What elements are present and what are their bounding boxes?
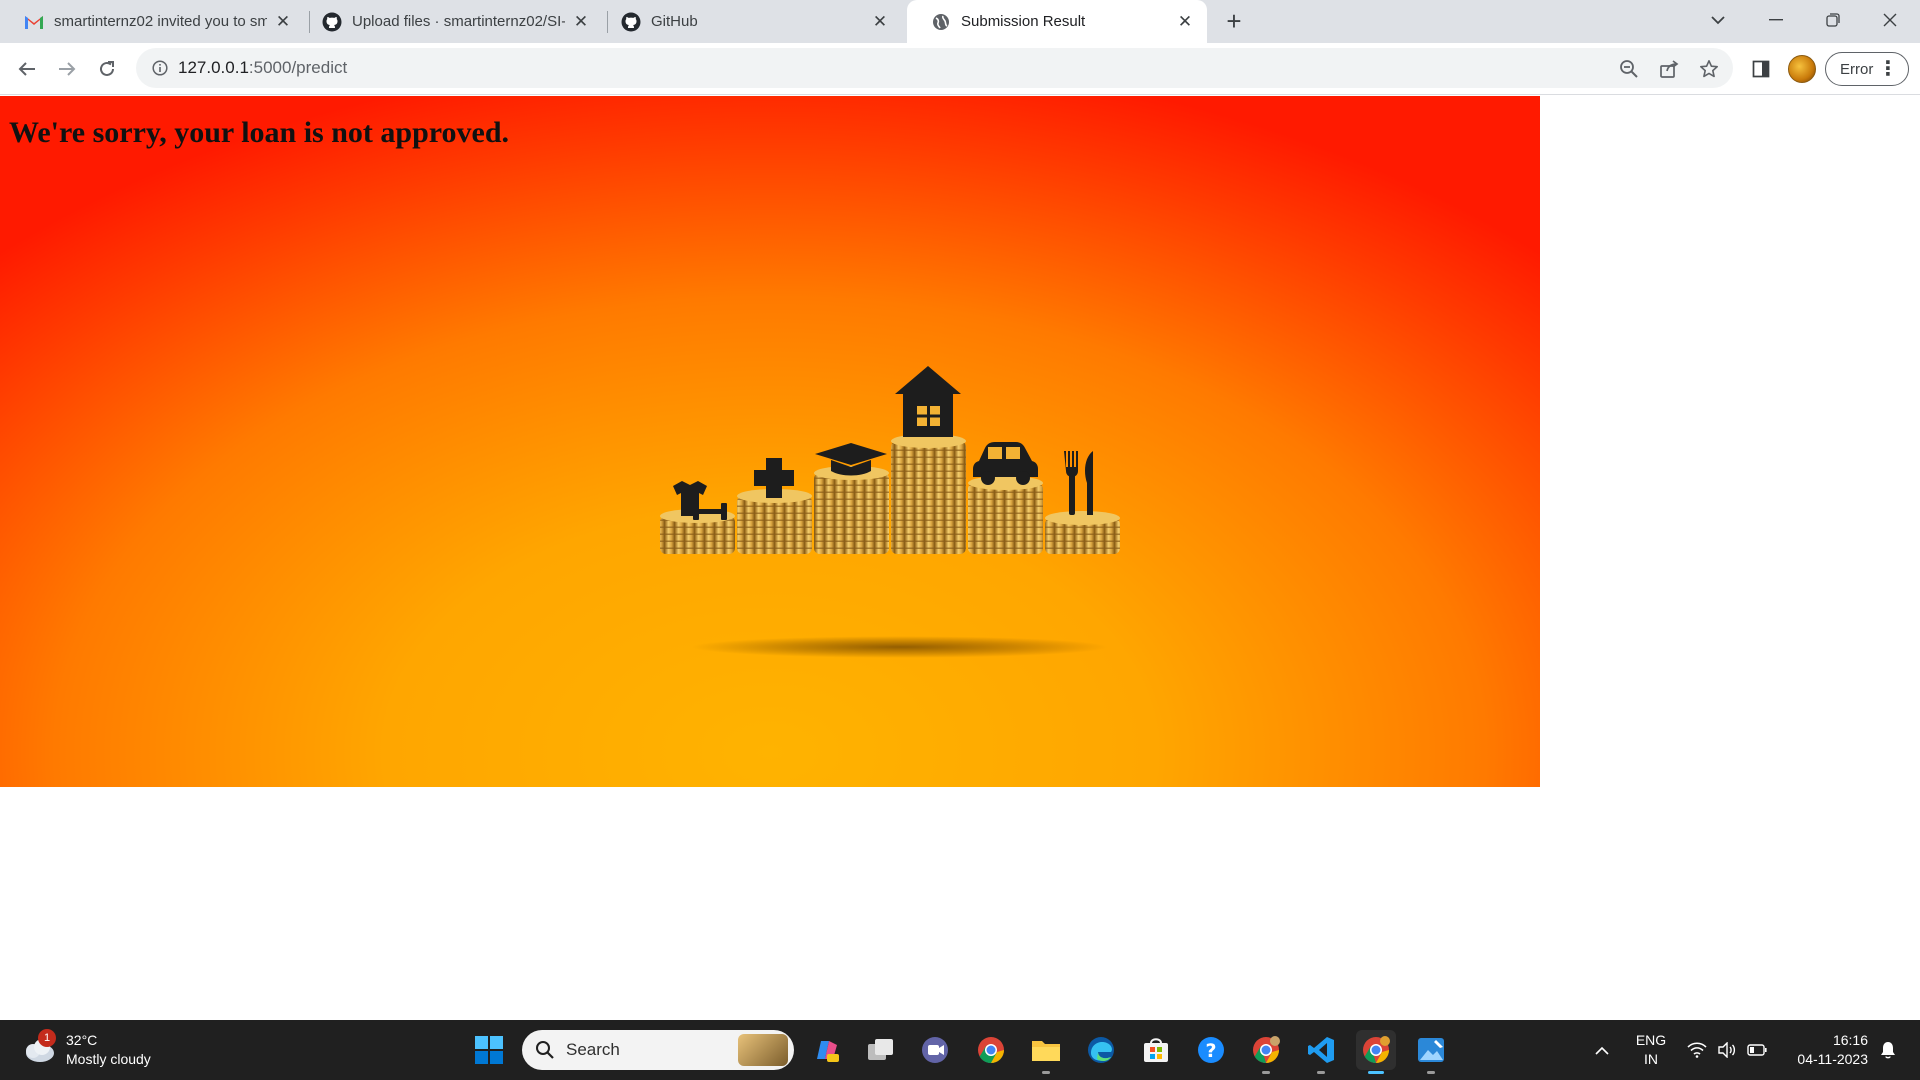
edge-icon[interactable] bbox=[1081, 1030, 1121, 1070]
windows-taskbar: 1 32°C Mostly cloudy Search ? ENG IN 16:… bbox=[0, 1020, 1920, 1080]
close-tab-icon[interactable]: ✕ bbox=[1175, 12, 1195, 32]
close-tab-icon[interactable]: ✕ bbox=[273, 12, 293, 32]
weather-condition: Mostly cloudy bbox=[66, 1051, 151, 1067]
clock[interactable]: 16:16 04-11-2023 bbox=[1780, 1020, 1868, 1080]
tab-title: Submission Result bbox=[961, 13, 1086, 30]
back-button[interactable] bbox=[11, 53, 43, 85]
house-icon bbox=[895, 366, 961, 437]
zoom-icon[interactable] bbox=[1617, 57, 1641, 81]
input-language-indicator[interactable]: ENG IN bbox=[1628, 1020, 1674, 1080]
profile-error-label: Error bbox=[1840, 60, 1874, 78]
close-tab-icon[interactable]: ✕ bbox=[870, 12, 890, 32]
browser-toolbar: 127.0.0.1:5000/predict Error ⋮ bbox=[0, 43, 1920, 95]
clock-date: 04-11-2023 bbox=[1797, 1051, 1868, 1067]
tab-gmail[interactable]: smartinternz02 invited you to sm ✕ bbox=[0, 0, 305, 43]
bookmark-star-icon[interactable] bbox=[1697, 57, 1721, 81]
volume-icon[interactable] bbox=[1714, 1020, 1740, 1080]
running-indicator bbox=[1427, 1071, 1435, 1074]
taskbar-search[interactable]: Search bbox=[522, 1030, 794, 1070]
clock-time: 16:16 bbox=[1832, 1032, 1868, 1048]
profile-avatar[interactable] bbox=[1788, 55, 1816, 83]
address-bar[interactable]: 127.0.0.1:5000/predict bbox=[136, 48, 1733, 88]
photos-app-icon[interactable] bbox=[1411, 1030, 1451, 1074]
browser-tab-strip: smartinternz02 invited you to sm ✕ Uploa… bbox=[0, 0, 1920, 43]
loan-result-message: We're sorry, your loan is not approved. bbox=[9, 116, 510, 149]
tab-submission-result[interactable]: Submission Result ✕ bbox=[907, 0, 1207, 43]
running-indicator bbox=[1262, 1071, 1270, 1074]
coin-stack-4 bbox=[891, 434, 966, 554]
tab-title: smartinternz02 invited you to sm bbox=[54, 13, 267, 30]
file-explorer-icon[interactable] bbox=[1026, 1030, 1066, 1074]
help-icon[interactable]: ? bbox=[1191, 1030, 1231, 1070]
coin-stack-2 bbox=[737, 489, 812, 554]
result-banner: We're sorry, your loan is not approved. bbox=[0, 96, 1540, 787]
battery-icon[interactable] bbox=[1744, 1020, 1770, 1080]
illustration-shadow bbox=[690, 636, 1110, 658]
weather-widget[interactable]: 1 32°C Mostly cloudy bbox=[20, 1028, 151, 1072]
search-highlight-image bbox=[738, 1034, 788, 1066]
forward-button[interactable] bbox=[51, 53, 83, 85]
running-indicator bbox=[1042, 1071, 1050, 1074]
tab-search-chevron-icon[interactable] bbox=[1690, 0, 1746, 40]
teams-chat-icon[interactable] bbox=[915, 1030, 955, 1070]
tab-github[interactable]: GitHub ✕ bbox=[597, 0, 902, 43]
coin-stack-5 bbox=[968, 476, 1043, 554]
share-icon[interactable] bbox=[1657, 57, 1681, 81]
page-content: We're sorry, your loan is not approved. bbox=[0, 96, 1920, 1020]
tab-title: Upload files · smartinternz02/SI- bbox=[352, 13, 565, 30]
new-tab-button[interactable]: + bbox=[1220, 6, 1248, 36]
svg-text:?: ? bbox=[1205, 1040, 1216, 1062]
reload-button[interactable] bbox=[91, 53, 123, 85]
show-hidden-icons-chevron[interactable] bbox=[1588, 1020, 1616, 1080]
chrome-active-window-icon[interactable] bbox=[1356, 1030, 1396, 1074]
start-button[interactable] bbox=[469, 1030, 509, 1070]
task-view-icon[interactable] bbox=[861, 1030, 901, 1070]
close-tab-icon[interactable]: ✕ bbox=[571, 12, 591, 32]
cutlery-icon bbox=[1064, 451, 1093, 515]
chrome-profile-icon[interactable] bbox=[1246, 1030, 1286, 1074]
minimize-button[interactable] bbox=[1748, 0, 1804, 40]
side-panel-icon[interactable] bbox=[1748, 56, 1774, 82]
tab-upload-files[interactable]: Upload files · smartinternz02/SI- ✕ bbox=[298, 0, 603, 43]
notification-badge: 1 bbox=[38, 1029, 56, 1047]
copilot-icon[interactable] bbox=[806, 1030, 846, 1070]
url-text: 127.0.0.1:5000/predict bbox=[178, 58, 347, 78]
gmail-icon bbox=[24, 12, 44, 32]
url-host: 127.0.0.1 bbox=[178, 58, 249, 77]
close-window-button[interactable] bbox=[1862, 0, 1918, 40]
coins-illustration bbox=[660, 366, 1120, 554]
coin-stack-6 bbox=[1045, 511, 1120, 554]
weather-temperature: 32°C bbox=[66, 1032, 98, 1048]
search-icon bbox=[534, 1039, 556, 1061]
github-icon bbox=[621, 12, 641, 32]
chrome-icon[interactable] bbox=[971, 1030, 1011, 1070]
url-path: :5000/predict bbox=[248, 58, 348, 77]
vscode-icon[interactable] bbox=[1301, 1030, 1341, 1074]
coin-stack-3 bbox=[814, 466, 889, 554]
restore-button[interactable] bbox=[1805, 0, 1861, 40]
search-placeholder: Search bbox=[566, 1040, 620, 1059]
cloudy-weather-icon: 1 bbox=[20, 1029, 56, 1065]
profile-error-button[interactable]: Error ⋮ bbox=[1825, 52, 1909, 86]
tab-title: GitHub bbox=[651, 13, 698, 30]
wifi-icon[interactable] bbox=[1684, 1020, 1710, 1080]
more-menu-icon[interactable]: ⋮ bbox=[1878, 59, 1898, 79]
notification-bell-icon[interactable] bbox=[1874, 1020, 1902, 1080]
running-indicator bbox=[1317, 1071, 1325, 1074]
github-icon bbox=[322, 12, 342, 32]
language-code: ENG bbox=[1635, 1032, 1667, 1048]
region-code: IN bbox=[1644, 1051, 1658, 1067]
globe-icon bbox=[931, 12, 951, 32]
site-info-icon[interactable] bbox=[150, 58, 170, 78]
active-indicator bbox=[1368, 1071, 1384, 1074]
microsoft-store-icon[interactable] bbox=[1136, 1030, 1176, 1070]
